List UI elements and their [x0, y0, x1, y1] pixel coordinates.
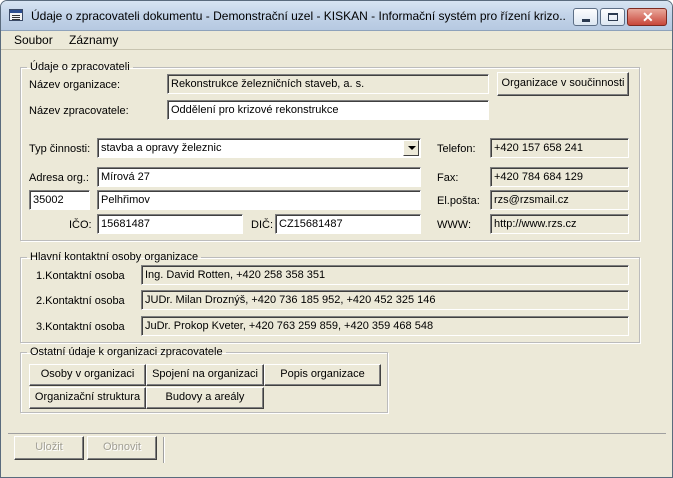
- chevron-down-icon[interactable]: [403, 140, 419, 156]
- contact-1-label: 1.Kontaktní osoba: [36, 270, 125, 282]
- zip-field[interactable]: 35002: [29, 190, 90, 210]
- menu-soubor[interactable]: Soubor: [14, 33, 53, 47]
- contact-2-label: 2.Kontaktní osoba: [36, 295, 125, 307]
- fax-field[interactable]: +420 784 684 129: [490, 167, 629, 187]
- processor-name-label: Název zpracovatele:: [29, 105, 129, 117]
- buildings-button[interactable]: Budovy a areály: [146, 387, 264, 409]
- city-field[interactable]: Pelhřimov: [97, 190, 421, 210]
- title-bar[interactable]: Údaje o zpracovateli dokumentu - Demonst…: [1, 1, 672, 31]
- activity-select-value: stavba a opravy železnic: [101, 142, 222, 154]
- other-group-legend: Ostatní údaje k organizaci zpracovatele: [30, 346, 223, 358]
- connections-button[interactable]: Spojení na organizaci: [146, 364, 264, 386]
- org-coop-button[interactable]: Organizace v součinnosti: [497, 72, 629, 96]
- menu-zaznamy[interactable]: Záznamy: [69, 33, 118, 47]
- activity-label: Typ činnosti:: [29, 143, 91, 155]
- close-button[interactable]: ✕: [627, 8, 667, 26]
- save-button[interactable]: Uložit: [14, 436, 84, 460]
- menu-bar: Soubor Záznamy: [1, 31, 672, 50]
- phone-label: Telefon:: [437, 143, 476, 155]
- contact-3-field[interactable]: JuDr. Prokop Kveter, +420 763 259 859, +…: [141, 316, 629, 336]
- toolbar-separator: [163, 437, 164, 463]
- persons-button[interactable]: Osoby v organizaci: [29, 364, 146, 386]
- description-button[interactable]: Popis organizace: [264, 364, 381, 386]
- email-label: El.pošta:: [437, 195, 480, 207]
- processor-name-field[interactable]: Oddělení pro krizové rekonstrukce: [167, 100, 489, 120]
- processor-group-legend: Údaje o zpracovateli: [30, 61, 130, 73]
- window-title: Údaje o zpracovateli dokumentu - Demonst…: [31, 9, 566, 23]
- close-icon: ✕: [642, 9, 654, 25]
- phone-field[interactable]: +420 157 658 241: [490, 138, 629, 158]
- dic-label: DIČ:: [251, 219, 273, 231]
- dic-field[interactable]: CZ15681487: [275, 214, 421, 234]
- renew-button[interactable]: Obnovit: [87, 436, 157, 460]
- activity-select[interactable]: stavba a opravy železnic: [97, 138, 421, 158]
- app-icon[interactable]: [9, 9, 23, 21]
- org-name-field[interactable]: Rekonstrukce železničních staveb, a. s.: [167, 74, 489, 94]
- email-field[interactable]: rzs@rzsmail.cz: [490, 190, 629, 210]
- main-window: Údaje o zpracovateli dokumentu - Demonst…: [0, 0, 673, 478]
- contact-3-label: 3.Kontaktní osoba: [36, 321, 125, 333]
- contacts-group-legend: Hlavní kontaktní osoby organizace: [30, 251, 199, 263]
- minimize-button[interactable]: [573, 8, 598, 26]
- www-label: WWW:: [437, 219, 472, 231]
- street-field[interactable]: Mírová 27: [97, 167, 421, 187]
- ico-field[interactable]: 15681487: [97, 214, 243, 234]
- contact-2-field[interactable]: JUDr. Milan Droznýš, +420 736 185 952, +…: [141, 290, 629, 310]
- structure-button[interactable]: Organizační struktura: [29, 387, 146, 409]
- address-label: Adresa org.:: [29, 172, 89, 184]
- org-name-label: Název organizace:: [29, 79, 121, 91]
- ico-label: IČO:: [69, 219, 92, 231]
- minimize-icon: [582, 19, 590, 22]
- maximize-button[interactable]: [600, 8, 625, 26]
- www-field[interactable]: http://www.rzs.cz: [490, 214, 629, 234]
- fax-label: Fax:: [437, 172, 459, 184]
- contact-1-field[interactable]: Ing. David Rotten, +420 258 358 351: [141, 265, 629, 285]
- maximize-icon: [608, 13, 618, 21]
